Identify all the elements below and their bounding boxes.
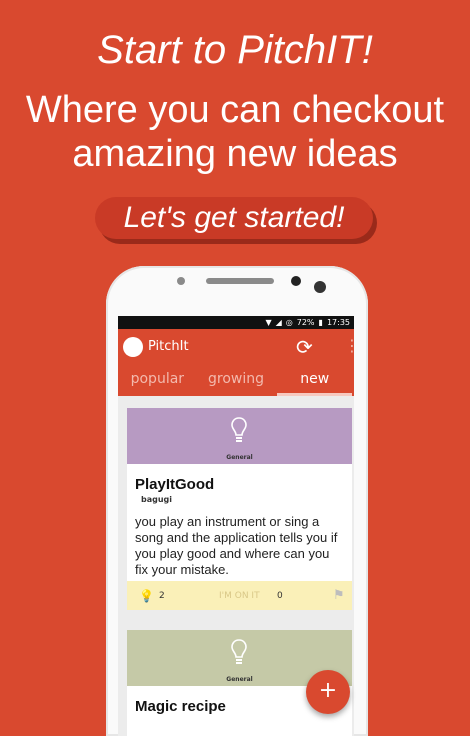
clock: 17:35 [326, 318, 350, 327]
phone-frame: ▼ ◢ ◎ 72% ▮ 17:35 PitchIt ⟳ ⋮ popular gr… [106, 266, 368, 736]
battery-icon: ▮ [318, 318, 323, 327]
overflow-menu-icon[interactable]: ⋮ [344, 336, 354, 355]
tab-bar: popular growing new [118, 365, 354, 396]
flag-icon[interactable]: ⚑ [333, 588, 345, 603]
like-bulb-icon[interactable]: 💡 [139, 589, 154, 603]
app-logo-icon [123, 337, 143, 357]
refresh-icon[interactable]: ⟳ [296, 335, 313, 359]
bulb-icon [231, 417, 247, 442]
on-it-button[interactable]: I'M ON IT [219, 591, 260, 601]
tab-popular[interactable]: popular [118, 365, 197, 396]
idea-card[interactable]: General PlayItGood bagugi you play an in… [127, 408, 352, 610]
front-camera-icon [314, 281, 326, 293]
alarm-icon: ◎ [285, 318, 293, 327]
card-description: you play an instrument or sing a song an… [135, 514, 338, 577]
signal-icon: ◢ [275, 318, 282, 327]
tab-growing[interactable]: growing [197, 365, 276, 396]
on-it-count: 0 [277, 591, 283, 601]
card-header: General [127, 408, 352, 464]
add-idea-button[interactable]: + [306, 670, 350, 714]
card-category: General [226, 454, 253, 461]
battery-level: 72% [296, 318, 315, 327]
app-bar: PitchIt ⟳ ⋮ [118, 329, 354, 365]
promo-subline: Where you can checkout amazing new ideas [0, 88, 470, 176]
app-title: PitchIt [148, 339, 189, 354]
card-title: PlayItGood [135, 476, 215, 493]
promo-headline: Start to PitchIT! [97, 28, 373, 72]
tab-new[interactable]: new [275, 365, 354, 396]
get-started-button[interactable]: Let's get started! [95, 197, 373, 239]
card-author: bagugi [141, 495, 173, 504]
like-count: 2 [159, 591, 165, 601]
camera-icon [291, 276, 301, 286]
sensor-icon [177, 277, 185, 285]
status-bar: ▼ ◢ ◎ 72% ▮ 17:35 [118, 316, 354, 329]
wifi-icon: ▼ [265, 318, 272, 327]
bulb-icon [231, 639, 247, 664]
plus-icon: + [318, 678, 338, 703]
promo-subline-text: Where you can checkout amazing new ideas [25, 89, 445, 175]
card-footer: 💡 2 I'M ON IT 0 ⚑ [127, 581, 352, 610]
speaker-icon [206, 278, 274, 284]
